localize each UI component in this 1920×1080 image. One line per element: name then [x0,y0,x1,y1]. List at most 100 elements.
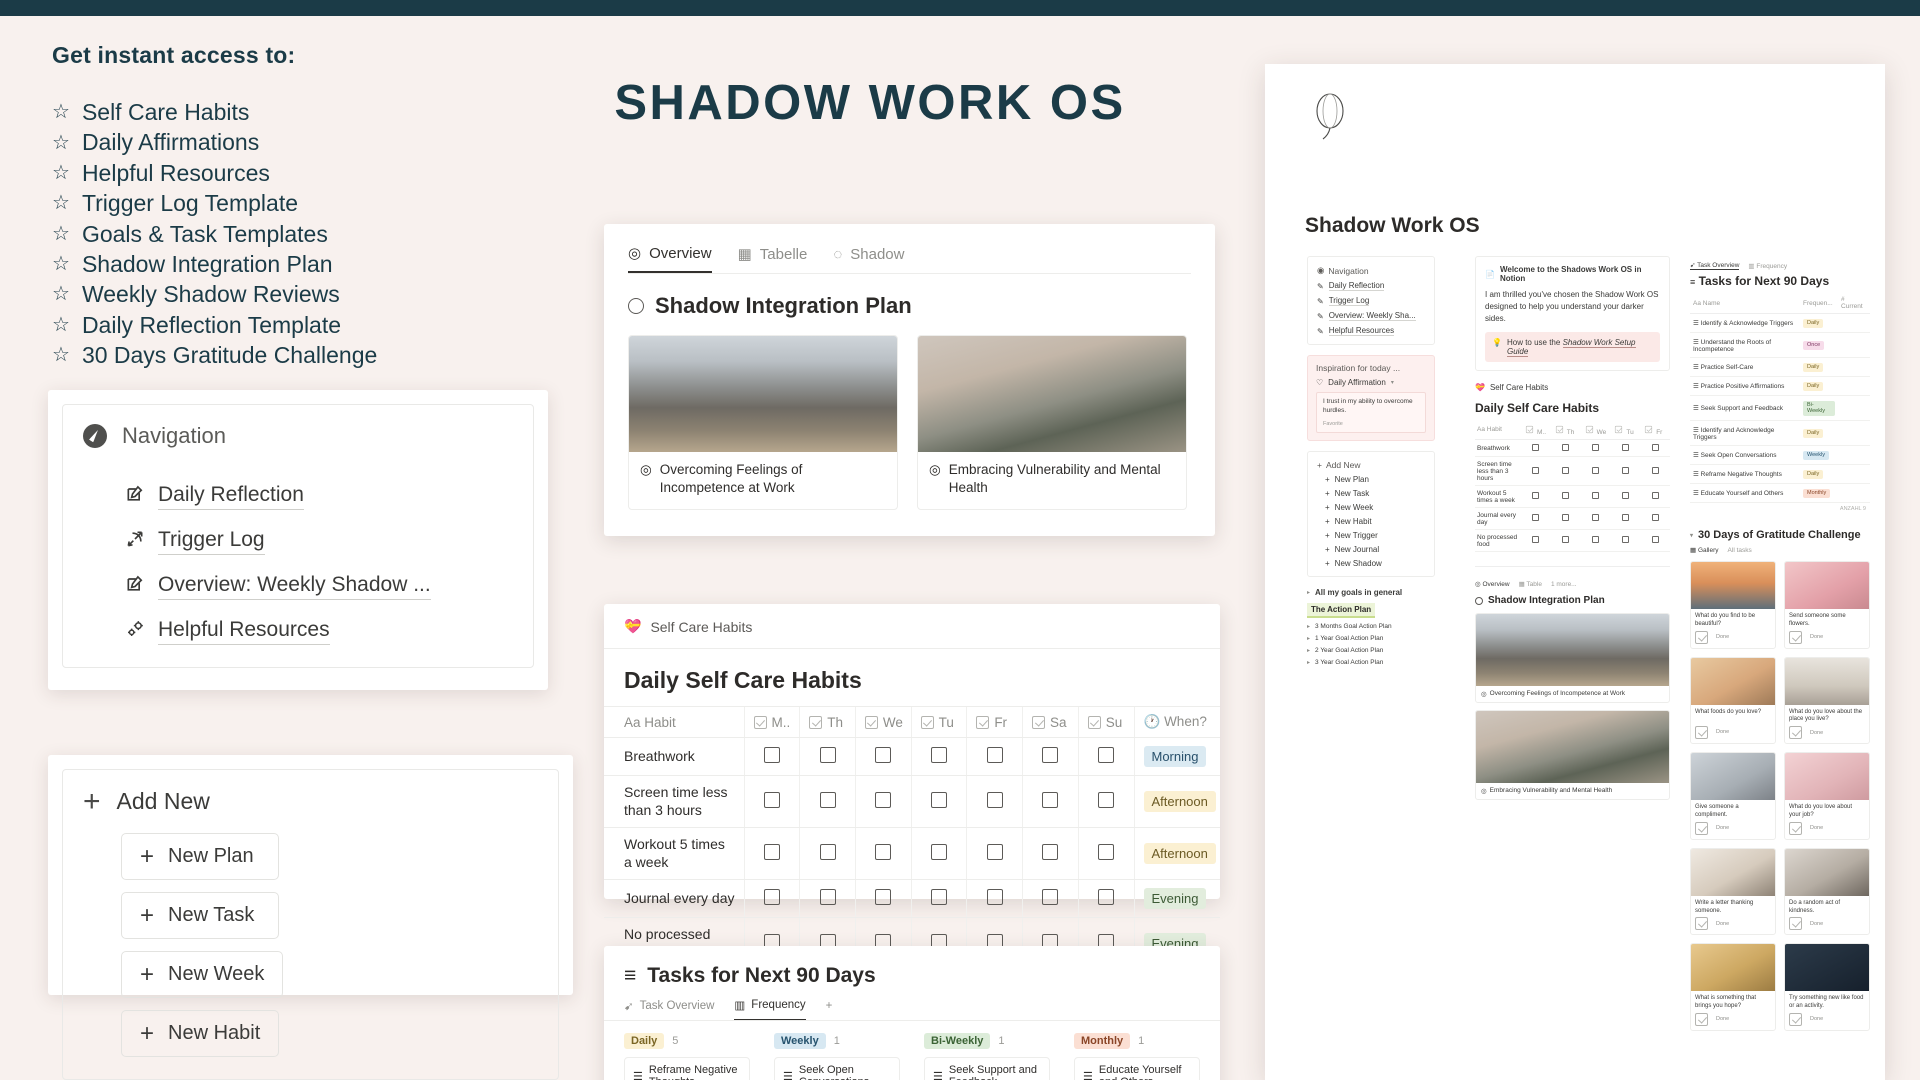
workspace-task-name-cell[interactable]: ☰ Identify and Acknowledge Triggers [1690,420,1801,446]
checkbox-icon[interactable] [986,747,1003,763]
workspace-plan-tab[interactable]: ▦ Table [1519,580,1542,588]
habit-checkbox-cell[interactable] [910,775,967,828]
workspace-habit-checkbox[interactable] [1640,456,1670,486]
workspace-task-name-cell[interactable]: ☰ Educate Yourself and Others [1690,483,1801,503]
gratitude-tab-gallery[interactable]: ▦ Gallery [1690,546,1719,554]
checkbox-icon[interactable] [1621,492,1629,499]
gallery-card[interactable]: ◎ Overcoming Feelings of Incompetence at … [628,335,898,511]
checkbox-icon[interactable] [1695,917,1708,931]
habit-checkbox-cell[interactable] [966,879,1023,918]
habit-checkbox-cell[interactable] [910,879,967,918]
checkbox-icon[interactable] [1042,792,1059,808]
workspace-add-button[interactable]: + New Habit [1325,517,1425,526]
habit-checkbox-cell[interactable] [1077,879,1134,918]
habit-checkbox-cell[interactable] [799,775,856,828]
checkbox-icon[interactable] [875,844,892,860]
workspace-habit-checkbox[interactable] [1640,507,1670,530]
checkbox-icon[interactable] [1789,1012,1802,1026]
workspace-habit-checkbox[interactable] [1521,529,1551,552]
workspace-add-button[interactable]: + New Task [1325,489,1425,498]
checkbox-icon[interactable] [1789,630,1802,644]
nav-item-trigger-log[interactable]: Trigger Log [125,528,513,555]
checkbox-icon[interactable] [1789,821,1802,835]
habit-checkbox-cell[interactable] [854,827,912,880]
habit-checkbox-cell[interactable] [743,737,800,776]
workspace-task-name-cell[interactable]: ☰ Practice Positive Affirmations [1690,376,1801,396]
checkbox-icon[interactable] [1532,466,1540,474]
checkbox-icon[interactable] [1789,726,1802,740]
gratitude-done-row[interactable]: Done [1691,725,1775,743]
workspace-habit-checkbox[interactable] [1640,439,1670,457]
workspace-goal-item[interactable]: ▸ 3 Year Goal Action Plan [1307,659,1435,666]
checkbox-icon[interactable] [1591,492,1599,499]
workspace-gallery-card[interactable]: ◎ Embracing Vulnerability and Mental Heal… [1475,710,1670,800]
checkbox-icon[interactable] [1651,443,1659,451]
checkbox-icon[interactable] [1695,630,1708,644]
checkbox-icon[interactable] [763,844,780,860]
workspace-habit-checkbox[interactable] [1550,529,1581,552]
habit-checkbox-cell[interactable] [966,827,1023,880]
checkbox-icon[interactable] [875,747,892,763]
checkbox-icon[interactable] [1098,747,1115,763]
workspace-habit-checkbox[interactable] [1640,485,1670,508]
workspace-habit-checkbox[interactable] [1610,439,1641,457]
gratitude-card[interactable]: What foods do you love? Done [1690,656,1776,745]
workspace-habit-checkbox[interactable] [1580,439,1611,457]
add-tab-button[interactable]: + [826,1000,833,1019]
kanban-card[interactable]: ☰ Seek Support and Feedback [924,1057,1050,1080]
workspace-task-name-cell[interactable]: ☰ Reframe Negative Thoughts [1690,464,1801,484]
workspace-nav-item[interactable]: ✎ Helpful Resources [1317,326,1425,336]
habit-checkbox-cell[interactable] [854,775,912,828]
workspace-goal-item[interactable]: ▸ 3 Months Goal Action Plan [1307,623,1435,630]
welcome-guide-callout[interactable]: 💡 How to use the Shadow Work Setup Guide [1485,332,1660,362]
habit-checkbox-cell[interactable] [910,827,967,880]
nav-item-helpful-resources[interactable]: Helpful Resources [125,618,513,645]
workspace-habit-checkbox[interactable] [1580,485,1611,508]
gratitude-done-row[interactable]: Done [1691,1012,1775,1030]
workspace-habit-checkbox[interactable] [1521,439,1551,457]
checkbox-icon[interactable] [930,792,947,808]
workspace-task-tab[interactable]: ➹ Task Overview [1690,261,1740,270]
kanban-card[interactable]: ☰ Educate Yourself and Others [1074,1057,1200,1080]
checkbox-icon[interactable] [1042,844,1059,860]
checkbox-icon[interactable] [930,747,947,763]
workspace-add-button[interactable]: + New Week [1325,503,1425,512]
task-tab-frequency[interactable]: ▥ Frequency [734,998,806,1020]
checkbox-icon[interactable] [819,889,836,905]
gratitude-done-row[interactable]: Done [1785,917,1869,934]
nav-item-daily-reflection[interactable]: Daily Reflection [125,483,513,510]
workspace-nav-item[interactable]: ✎ Trigger Log [1317,296,1425,306]
add-button-new-week[interactable]: + New Week [121,951,284,998]
tab-shadow[interactable]: ◌ Shadow [833,246,904,272]
checkbox-icon[interactable] [819,792,836,808]
checkbox-icon[interactable] [1098,792,1115,808]
checkbox-icon[interactable] [986,844,1003,860]
add-button-new-plan[interactable]: + New Plan [121,833,279,880]
workspace-task-tab[interactable]: ▥ Frequency [1748,262,1787,270]
workspace-habit-checkbox[interactable] [1521,507,1551,530]
workspace-nav-item[interactable]: ✎ Overview: Weekly Sha... [1317,311,1425,321]
gratitude-card[interactable]: Do a random act of kindness. Done [1784,847,1870,936]
tab-overview[interactable]: ◎ Overview [628,244,712,273]
workspace-habit-checkbox[interactable] [1521,485,1551,508]
habit-checkbox-cell[interactable] [743,879,800,918]
habit-checkbox-cell[interactable] [743,827,800,880]
checkbox-icon[interactable] [763,792,780,808]
checkbox-icon[interactable] [1042,747,1059,763]
checkbox-icon[interactable] [1562,443,1570,451]
workspace-task-name-cell[interactable]: ☰ Practice Self-Care [1690,357,1801,377]
workspace-task-name-cell[interactable]: ☰ Seek Support and Feedback [1690,395,1801,421]
checkbox-icon[interactable] [1591,443,1599,451]
checkbox-icon[interactable] [1621,466,1629,474]
workspace-habit-checkbox[interactable] [1550,507,1581,530]
habit-checkbox-cell[interactable] [1022,879,1079,918]
workspace-habit-checkbox[interactable] [1610,529,1641,552]
workspace-plan-tab[interactable]: 1 more... [1551,581,1577,588]
task-tab-task-overview[interactable]: ➹ Task Overview [624,999,714,1020]
gratitude-card[interactable]: Send someone some flowers. Done [1784,561,1870,649]
checkbox-icon[interactable] [1562,514,1570,521]
workspace-habit-checkbox[interactable] [1580,507,1611,530]
gratitude-done-row[interactable]: Done [1691,630,1775,648]
tab-tabelle[interactable]: ▦ Tabelle [738,245,808,272]
gratitude-done-row[interactable]: Done [1785,821,1869,839]
